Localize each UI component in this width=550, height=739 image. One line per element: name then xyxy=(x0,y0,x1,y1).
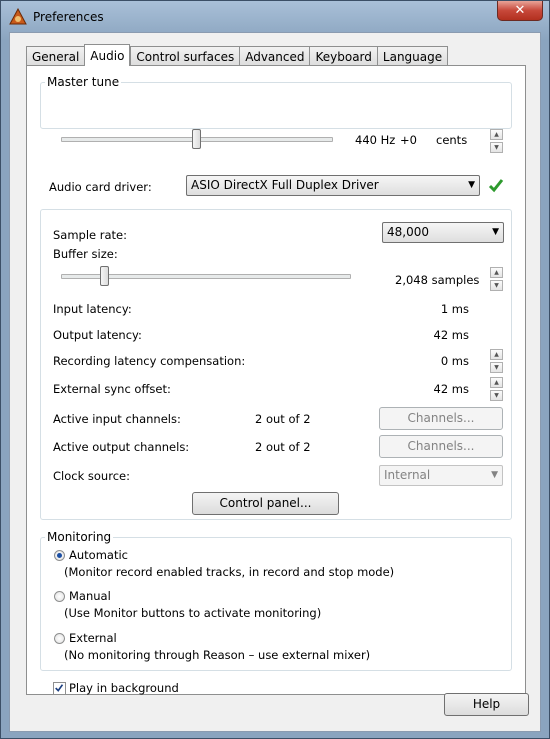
green-check-icon xyxy=(488,179,504,193)
monitoring-title: Monitoring xyxy=(45,530,114,544)
monitoring-automatic-radio[interactable] xyxy=(54,550,65,561)
monitoring-automatic-desc: (Monitor record enabled tracks, in recor… xyxy=(64,565,395,579)
sample-rate-label: Sample rate: xyxy=(53,228,128,242)
output-latency-label: Output latency: xyxy=(53,328,142,342)
clock-source-label: Clock source: xyxy=(53,469,130,483)
control-panel-button[interactable]: Control panel... xyxy=(192,492,339,515)
input-latency-value: 1 ms xyxy=(440,302,469,316)
play-in-background-label[interactable]: Play in background xyxy=(69,681,179,695)
chevron-down-icon: ▼ xyxy=(492,227,499,237)
tab-advanced[interactable]: Advanced xyxy=(239,46,310,66)
clock-source-select[interactable]: Internal ▼ xyxy=(379,465,503,486)
active-output-channels-value: 2 out of 2 xyxy=(255,440,311,454)
dialog-client: General Audio Control surfaces Advanced … xyxy=(9,32,541,732)
master-tune-label: Master tune xyxy=(45,75,122,89)
close-button[interactable]: ✕ xyxy=(497,1,543,21)
buffer-size-label: Buffer size: xyxy=(53,247,118,261)
monitoring-external-label[interactable]: External xyxy=(69,631,117,645)
buffer-size-value: 2,048 samples xyxy=(395,273,480,287)
tab-audio[interactable]: Audio xyxy=(84,44,131,66)
audio-panel: Master tune 440 Hz +0 cents ▲ ▼ Audio car… xyxy=(26,65,526,695)
sample-rate-value: 48,000 xyxy=(387,225,429,239)
master-tune-slider-thumb[interactable] xyxy=(191,129,201,149)
output-latency-value: 42 ms xyxy=(433,328,469,342)
tab-keyboard[interactable]: Keyboard xyxy=(309,46,377,66)
clock-source-value: Internal xyxy=(384,468,431,482)
title-bar[interactable]: Preferences ✕ xyxy=(1,1,549,33)
monitoring-manual-label[interactable]: Manual xyxy=(69,589,111,603)
chevron-down-icon: ▼ xyxy=(491,470,498,480)
master-tune-group xyxy=(40,82,512,129)
audio-driver-select[interactable]: ASIO DirectX Full Duplex Driver ▼ xyxy=(186,175,480,196)
external-sync-offset-value: 42 ms xyxy=(433,382,469,396)
output-channels-button[interactable]: Channels... xyxy=(379,435,503,458)
input-latency-label: Input latency: xyxy=(53,302,132,316)
input-channels-button[interactable]: Channels... xyxy=(379,407,503,430)
master-tune-frequency: 440 Hz xyxy=(355,133,396,147)
monitoring-external-radio[interactable] xyxy=(54,633,65,644)
monitoring-manual-desc: (Use Monitor buttons to activate monitor… xyxy=(64,606,322,620)
external-sync-offset-label: External sync offset: xyxy=(53,382,171,396)
tab-general[interactable]: General xyxy=(26,46,85,66)
recording-latency-compensation-value: 0 ms xyxy=(440,354,469,368)
reason-app-icon xyxy=(9,8,27,25)
tab-bar: General Audio Control surfaces Advanced … xyxy=(26,44,449,66)
active-input-channels-label: Active input channels: xyxy=(53,412,181,426)
help-button[interactable]: Help xyxy=(444,693,529,716)
tab-language[interactable]: Language xyxy=(376,46,449,66)
audio-driver-label: Audio card driver: xyxy=(49,180,152,194)
recording-latency-spinner[interactable]: ▲ ▼ xyxy=(490,349,503,373)
recording-latency-compensation-label: Recording latency compensation: xyxy=(53,354,246,368)
chevron-down-icon: ▼ xyxy=(468,180,475,190)
window-title: Preferences xyxy=(33,10,104,24)
play-in-background-checkbox[interactable] xyxy=(53,682,66,695)
audio-driver-value: ASIO DirectX Full Duplex Driver xyxy=(191,178,379,192)
active-input-channels-value: 2 out of 2 xyxy=(255,412,311,426)
active-output-channels-label: Active output channels: xyxy=(53,440,190,454)
master-tune-offset: +0 xyxy=(400,133,417,147)
tab-control-surfaces[interactable]: Control surfaces xyxy=(130,46,240,66)
buffer-size-slider-thumb[interactable] xyxy=(100,266,110,286)
master-tune-unit: cents xyxy=(436,133,468,147)
master-tune-spinner[interactable]: ▲ ▼ xyxy=(490,129,503,153)
preferences-window: Preferences ✕ General Audio Control surf… xyxy=(0,0,550,739)
checkmark-icon xyxy=(55,684,64,692)
monitoring-external-desc: (No monitoring through Reason – use exte… xyxy=(64,648,371,662)
monitoring-automatic-label[interactable]: Automatic xyxy=(69,548,128,562)
buffer-size-spinner[interactable]: ▲ ▼ xyxy=(490,267,503,291)
monitoring-manual-radio[interactable] xyxy=(54,591,65,602)
sample-rate-select[interactable]: 48,000 ▼ xyxy=(382,222,504,243)
external-sync-spinner[interactable]: ▲ ▼ xyxy=(490,377,503,401)
